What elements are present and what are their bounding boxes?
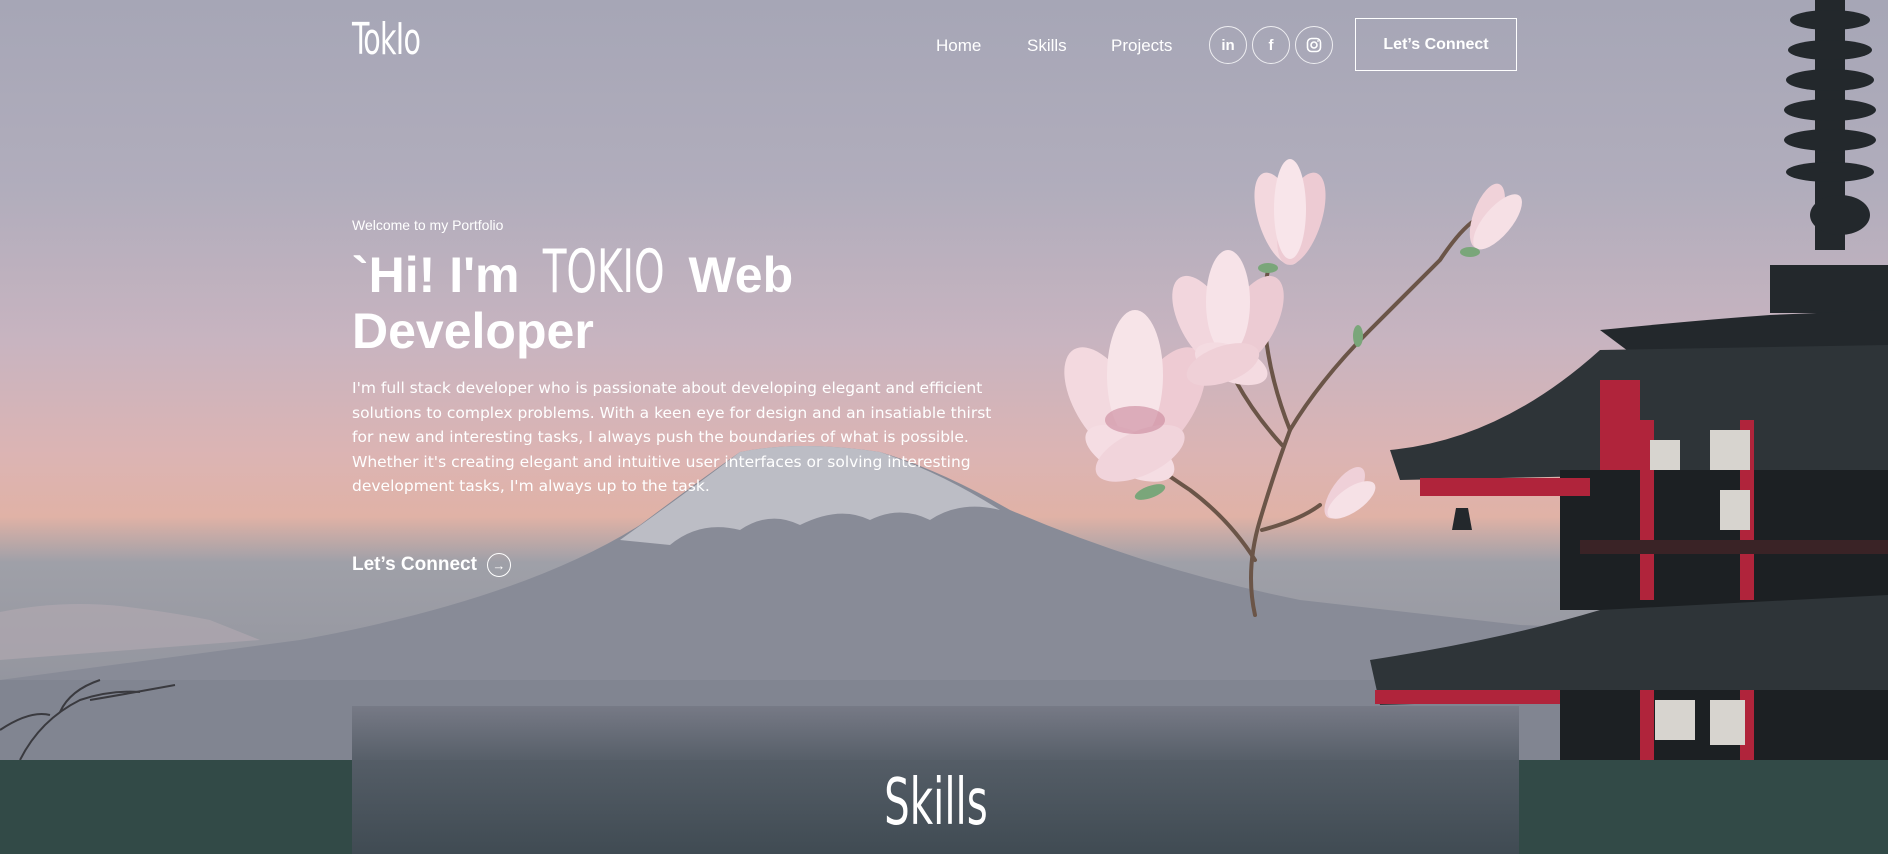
linkedin-button[interactable]: in: [1209, 26, 1247, 64]
instagram-button[interactable]: [1295, 26, 1333, 64]
nav-link-projects[interactable]: Projects: [1111, 36, 1172, 56]
linkedin-icon: in: [1221, 36, 1235, 54]
skills-section: Skills: [352, 706, 1519, 854]
hero-connect-link[interactable]: Let’s Connect →: [352, 553, 511, 577]
instagram-icon: [1306, 37, 1322, 53]
headline-name: TOKIO: [543, 237, 665, 307]
hero-connect-label: Let’s Connect: [352, 554, 477, 575]
lets-connect-button[interactable]: Let’s Connect: [1355, 18, 1517, 71]
facebook-icon: f: [1268, 36, 1274, 54]
nav-link-home[interactable]: Home: [936, 36, 981, 56]
skills-heading: Skills: [883, 766, 988, 840]
welcome-text: Welcome to my Portfolio: [352, 217, 504, 233]
site-logo[interactable]: TokIo: [352, 14, 421, 65]
hero-section: TokIo Home Skills Projects in f Let’s Co…: [0, 0, 1888, 760]
hero-headline: `Hi! I'm TOKIO Web Developer: [352, 237, 912, 359]
headline-greeting: `Hi! I'm: [352, 247, 520, 303]
nav-link-skills[interactable]: Skills: [1027, 36, 1067, 56]
facebook-button[interactable]: f: [1252, 26, 1290, 64]
hero-bio: I'm full stack developer who is passiona…: [352, 379, 992, 495]
arrow-right-circle-icon: →: [486, 553, 511, 577]
